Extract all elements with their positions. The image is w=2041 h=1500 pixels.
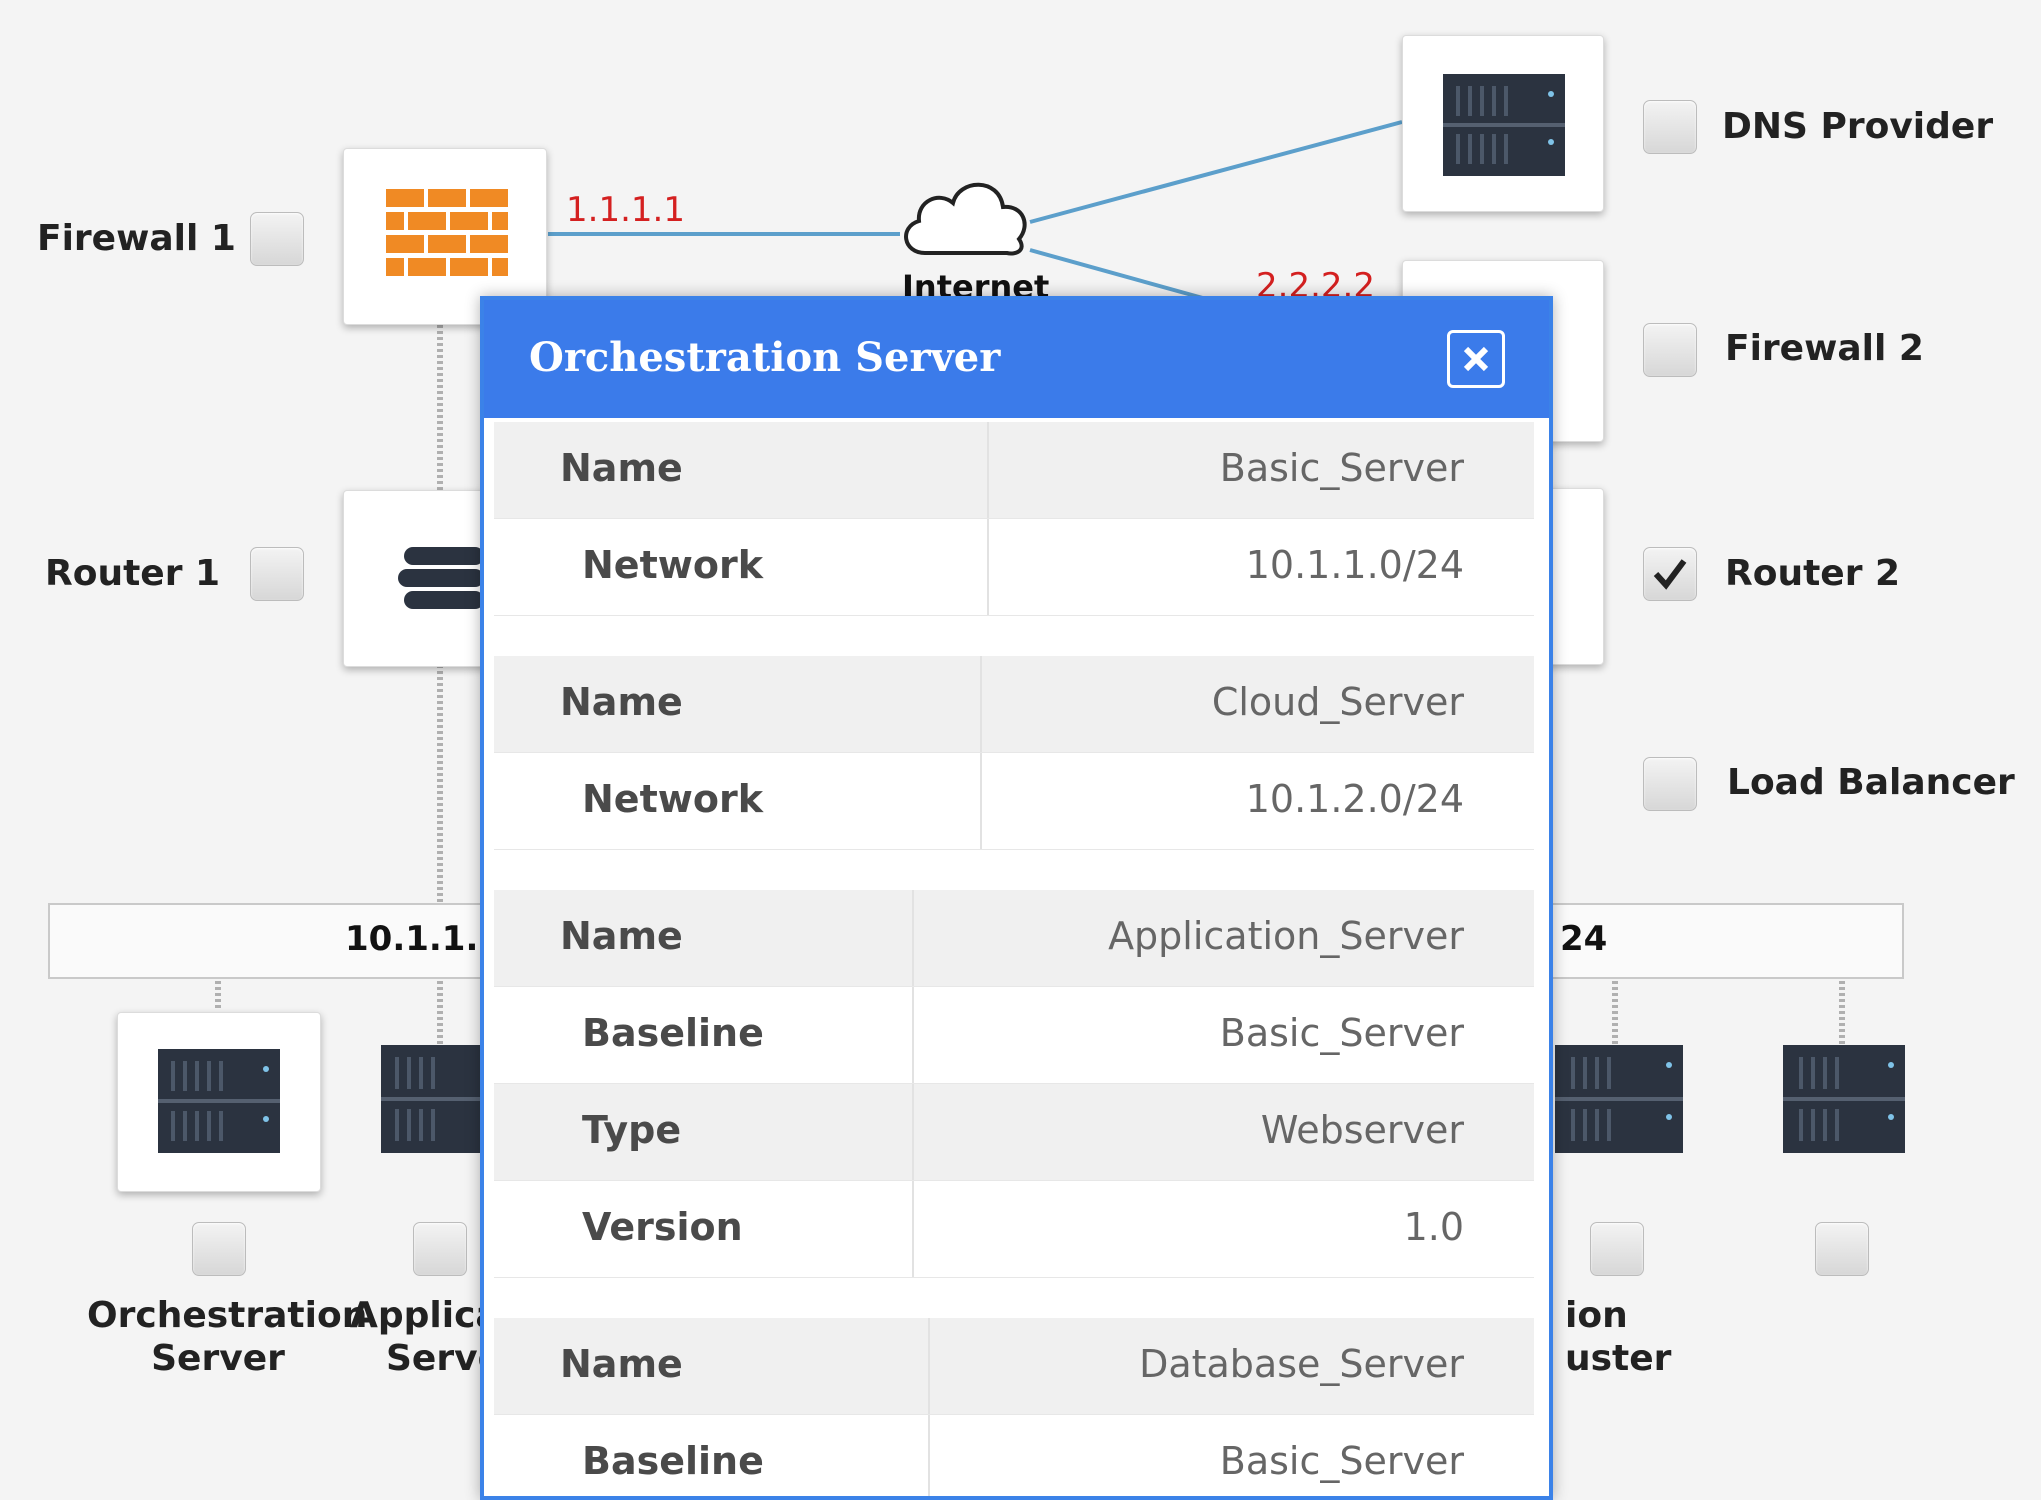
router-2-checkbox[interactable]	[1643, 547, 1697, 601]
row-key: Name	[560, 914, 683, 958]
server-icon	[158, 1049, 280, 1153]
table-row: Network 10.1.2.0/24	[494, 753, 1534, 850]
column-divider	[912, 1181, 914, 1277]
table-row: Network 10.1.1.0/24	[494, 519, 1534, 616]
row-key: Name	[560, 680, 683, 724]
dns-provider-label: DNS Provider	[1722, 106, 1994, 147]
table-row: Name Application_Server	[494, 890, 1534, 987]
row-value: Application_Server	[1108, 914, 1464, 958]
row-key: Network	[582, 777, 763, 821]
dns-provider-node[interactable]	[1402, 35, 1604, 212]
orchestration-server-checkbox[interactable]	[192, 1222, 246, 1276]
close-icon	[1463, 346, 1489, 372]
table-row: Name Basic_Server	[494, 422, 1534, 519]
node-3-label-line2: uster	[1565, 1338, 1672, 1379]
column-divider	[987, 422, 989, 518]
table-row: Type Webserver	[494, 1084, 1534, 1181]
application-server-checkbox[interactable]	[413, 1222, 467, 1276]
table-row: Version 1.0	[494, 1181, 1534, 1278]
load-balancer-checkbox[interactable]	[1643, 757, 1697, 811]
row-value: 10.1.1.0/24	[1245, 543, 1464, 587]
firewall-2-label: Firewall 2	[1725, 328, 1924, 369]
node-3-label: ion uster	[1565, 1294, 1705, 1380]
server-icon	[1443, 74, 1565, 176]
column-divider	[980, 753, 982, 849]
server-group: Name Basic_Server Network 10.1.1.0/24	[494, 422, 1534, 616]
router-1-checkbox[interactable]	[250, 547, 304, 601]
row-key: Name	[560, 1342, 683, 1386]
server-icon	[1555, 1045, 1683, 1153]
row-value: Webserver	[1260, 1108, 1464, 1152]
table-row: Name Cloud_Server	[494, 656, 1534, 753]
firewall-1-checkbox[interactable]	[250, 212, 304, 266]
server-group: Name Application_Server Baseline Basic_S…	[494, 890, 1534, 1278]
node-4-checkbox[interactable]	[1815, 1222, 1869, 1276]
row-value: Basic_Server	[1219, 1439, 1464, 1483]
column-divider	[928, 1318, 930, 1414]
modal-title: Orchestration Server	[529, 334, 1001, 381]
column-divider	[912, 987, 914, 1083]
router-2-label: Router 2	[1725, 553, 1901, 594]
row-key: Baseline	[582, 1439, 764, 1483]
table-row: Name Database_Server	[494, 1318, 1534, 1415]
modal-header: Orchestration Server	[484, 300, 1549, 418]
checkmark-icon	[1653, 559, 1687, 590]
server-icon[interactable]	[1783, 1045, 1905, 1155]
subnet-bar-right-text: 24	[1560, 919, 1608, 959]
orchestration-server-label: Orchestration Server	[87, 1294, 368, 1380]
orchestration-server-modal: Orchestration Server Name Basic_Server N…	[480, 296, 1553, 1500]
server-icon	[381, 1045, 491, 1153]
row-key: Network	[582, 543, 763, 587]
node-3-checkbox[interactable]	[1590, 1222, 1644, 1276]
node-3-label-line1: ion	[1565, 1295, 1628, 1336]
row-key: Baseline	[582, 1011, 764, 1055]
row-value: 10.1.2.0/24	[1245, 777, 1464, 821]
cloud-icon[interactable]	[895, 165, 1035, 265]
column-divider	[980, 656, 982, 752]
row-value: Basic_Server	[1219, 446, 1464, 490]
row-value: Cloud_Server	[1211, 680, 1464, 724]
server-group: Name Cloud_Server Network 10.1.2.0/24	[494, 656, 1534, 850]
dns-provider-checkbox[interactable]	[1643, 100, 1697, 154]
column-divider	[912, 890, 914, 986]
orchestration-server-node[interactable]	[117, 1012, 321, 1192]
close-button[interactable]	[1447, 330, 1505, 388]
server-group: Name Database_Server Baseline Basic_Serv…	[494, 1318, 1534, 1496]
row-value: 1.0	[1403, 1205, 1464, 1249]
row-value: Basic_Server	[1219, 1011, 1464, 1055]
table-row: Baseline Basic_Server	[494, 987, 1534, 1084]
orchestration-server-label-line2: Server	[151, 1338, 285, 1379]
table-row: Baseline Basic_Server	[494, 1415, 1534, 1496]
row-key: Type	[582, 1108, 682, 1152]
firewall-1-ip: 1.1.1.1	[566, 190, 685, 230]
row-key: Name	[560, 446, 683, 490]
column-divider	[928, 1415, 930, 1496]
load-balancer-label: Load Balancer	[1727, 762, 2015, 803]
network-diagram: Firewall 1 1.1.1.1 Internet DNS Provider…	[0, 0, 2041, 1500]
firewall-1-label: Firewall 1	[37, 218, 236, 259]
column-divider	[987, 519, 989, 615]
firewall-2-checkbox[interactable]	[1643, 323, 1697, 377]
modal-body: Name Basic_Server Network 10.1.1.0/24 Na…	[494, 422, 1534, 1496]
row-value: Database_Server	[1139, 1342, 1464, 1386]
row-key: Version	[582, 1205, 743, 1249]
router-1-label: Router 1	[45, 553, 221, 594]
orchestration-server-label-line1: Orchestration	[87, 1295, 368, 1336]
column-divider	[912, 1084, 914, 1180]
